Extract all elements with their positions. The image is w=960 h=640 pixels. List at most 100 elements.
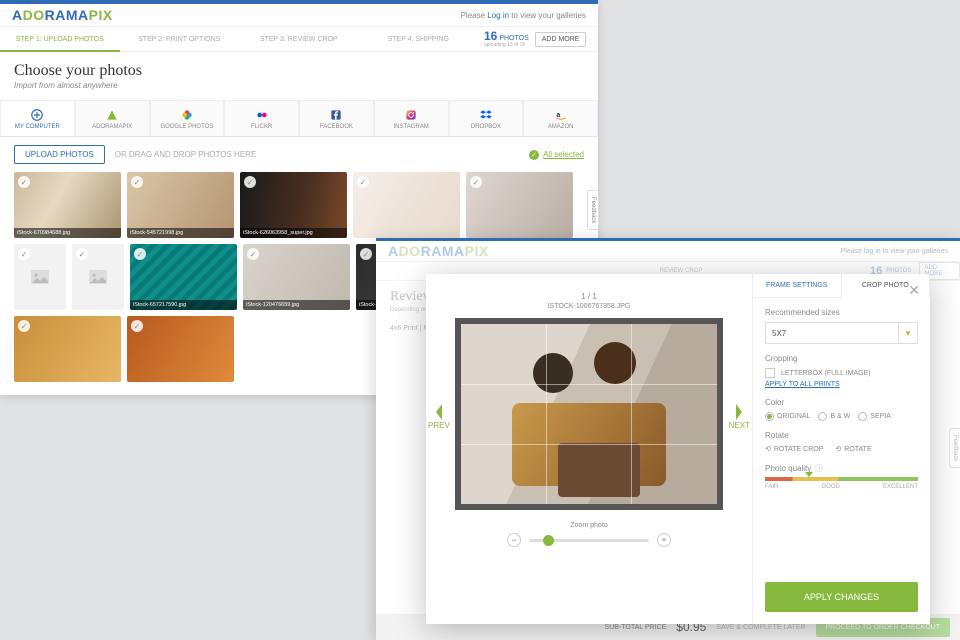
cropping-label: Cropping [765,354,918,363]
step-summary: 16 PHOTOS uploading 13 of 16 ADD MORE [478,27,598,51]
step-review-crop[interactable]: STEP 3: REVIEW CROP [239,27,359,51]
size-select[interactable] [765,322,898,344]
upload-photos-button[interactable]: UPLOAD PHOTOS [14,145,105,164]
photo-sources: MY COMPUTER ADORAMAPIX GOOGLE PHOTOS FLI… [0,100,598,137]
source-instagram[interactable]: INSTAGRAM [374,100,449,136]
select-tick-icon[interactable]: ✓ [131,320,143,332]
rotate-crop-button[interactable]: ⟲ROTATE CROP [765,445,823,453]
select-tick-icon[interactable]: ✓ [244,176,256,188]
color-label: Color [765,398,918,407]
source-google-photos[interactable]: GOOGLE PHOTOS [150,100,225,136]
select-tick-icon[interactable]: ✓ [76,248,88,260]
thumbnail-placeholder[interactable]: ✓ [72,244,124,310]
quality-scale: FAIRGOODEXCELLENT [765,484,918,490]
drag-drop-hint: OR DRAG AND DROP PHOTOS HERE [115,150,257,159]
save-complete-later-link[interactable]: SAVE & COMPLETE LATER [716,624,805,631]
amazon-icon: a [554,108,568,122]
add-more-button[interactable]: ADD MORE [535,32,587,47]
brand-logo: ADORAMAPIX [388,243,489,259]
apply-changes-button[interactable]: APPLY CHANGES [765,582,918,612]
zoom-slider[interactable] [529,539,649,542]
step-print-options[interactable]: STEP 2: PRINT OPTIONS [120,27,240,51]
rec-sizes-label: Recommended sizes [765,308,918,317]
crop-preview-pane: 1 / 1 ISTOCK-1006767358.JPG PREV NEXT Zo… [426,274,752,624]
image-placeholder-icon [86,265,110,289]
prev-photo-button[interactable]: PREV [428,404,450,430]
select-tick-icon[interactable]: ✓ [134,248,146,260]
quality-marker-icon [805,472,813,477]
source-adoramapix[interactable]: ADORAMAPIX [75,100,150,136]
page-subtitle: Import from almost anywhere [14,81,584,90]
crop-photo[interactable] [461,324,717,504]
select-tick-icon[interactable]: ✓ [360,248,372,260]
color-original-radio[interactable]: ORIGINAL [765,412,810,421]
select-tick-icon[interactable]: ✓ [470,176,482,188]
zoom-out-button[interactable]: − [507,533,521,547]
source-dropbox[interactable]: DROPBOX [449,100,524,136]
rotate-photo-button[interactable]: ⟲ROTATE [835,445,871,453]
source-amazon[interactable]: aAMAZON [523,100,598,136]
zoom-in-button[interactable]: + [657,533,671,547]
rotate-label: Rotate [765,431,918,440]
thumbnail-placeholder[interactable]: ✓ [14,244,66,310]
thumbnail[interactable]: ✓ [14,316,121,382]
zoom-control: Zoom photo − + [507,522,671,547]
info-icon[interactable]: ⓘ [815,463,823,474]
tab-frame-settings[interactable]: FRAME SETTINGS [753,274,841,298]
rotate-icon: ⟲ [835,445,841,453]
select-tick-icon[interactable]: ✓ [18,176,30,188]
login-prompt: Please Log in to view your galleries [461,11,586,20]
thumbnail[interactable]: ✓ [127,316,234,382]
next-photo-button[interactable]: NEXT [729,404,750,430]
all-selected-toggle[interactable]: ✓All selected [529,150,584,160]
color-sepia-radio[interactable]: SEPIA [858,412,891,421]
thumbnail-caption: iStock-657217590.jpg [130,300,237,310]
review-crop-window: ADORAMAPIX Please log in to view your ga… [376,238,960,640]
thumbnail[interactable]: ✓ [353,172,460,238]
step-upload[interactable]: STEP 1: UPLOAD PHOTOS [0,27,120,51]
letterbox-checkbox[interactable]: LETTERBOX (FULL IMAGE) [765,368,918,378]
close-icon[interactable]: ✕ [908,282,920,299]
brand-logo: ADORAMAPIX [12,7,113,23]
instagram-icon [404,108,418,122]
select-tick-icon[interactable]: ✓ [131,176,143,188]
select-tick-icon[interactable]: ✓ [247,248,259,260]
checkbox-icon [765,368,775,378]
login-link[interactable]: Log in [487,11,509,20]
zoom-slider-knob[interactable] [543,535,554,546]
thumbnail[interactable]: ✓iStock-670984688.jpg [14,172,121,238]
google-photos-icon [180,108,194,122]
facebook-icon [329,108,343,122]
thumbnail[interactable]: ✓ iStock-657217590.jpg [130,244,237,310]
select-tick-icon[interactable]: ✓ [357,176,369,188]
dialog-tabs: FRAME SETTINGS CROP PHOTO [753,274,930,298]
photo-count: 16 [484,29,497,43]
flickr-icon [255,108,269,122]
progress-steps: STEP 1: UPLOAD PHOTOS STEP 2: PRINT OPTI… [0,26,598,52]
thumbnail[interactable]: ✓iStock-626063958_super.jpg [240,172,347,238]
apply-to-all-link[interactable]: APPLY TO ALL PRINTS [765,381,918,388]
crop-photo-dialog: ✕ 1 / 1 ISTOCK-1006767358.JPG PREV NEXT … [426,274,930,624]
source-my-computer[interactable]: MY COMPUTER [0,100,75,136]
thumbnail[interactable]: ✓ [466,172,573,238]
adoramapix-icon [105,108,119,122]
select-tick-icon[interactable]: ✓ [18,320,30,332]
crop-settings-pane: FRAME SETTINGS CROP PHOTO Recommended si… [752,274,930,624]
color-bw-radio[interactable]: B & W [818,412,850,421]
source-flickr[interactable]: FLICKR [224,100,299,136]
select-tick-icon[interactable]: ✓ [18,248,30,260]
subtotal-label: SUB-TOTAL PRICE [605,624,667,631]
size-dropdown-button[interactable]: ▾ [898,322,918,344]
image-placeholder-icon [28,265,52,289]
zoom-label: Zoom photo [570,522,607,529]
thumbnail[interactable]: ✓iStock-120476659.jpg [243,244,350,310]
photo-index: 1 / 1 [581,292,597,301]
step-shipping[interactable]: STEP 4: SHIPPING [359,27,479,51]
thumbnail[interactable]: ✓iStock-545721998.jpg [127,172,234,238]
quality-meter [765,477,918,481]
feedback-tab[interactable]: Feedback [949,428,960,468]
source-facebook[interactable]: FACEBOOK [299,100,374,136]
crop-stage[interactable] [455,318,723,510]
svg-text:a: a [556,111,560,118]
feedback-tab[interactable]: Feedback [587,190,599,230]
